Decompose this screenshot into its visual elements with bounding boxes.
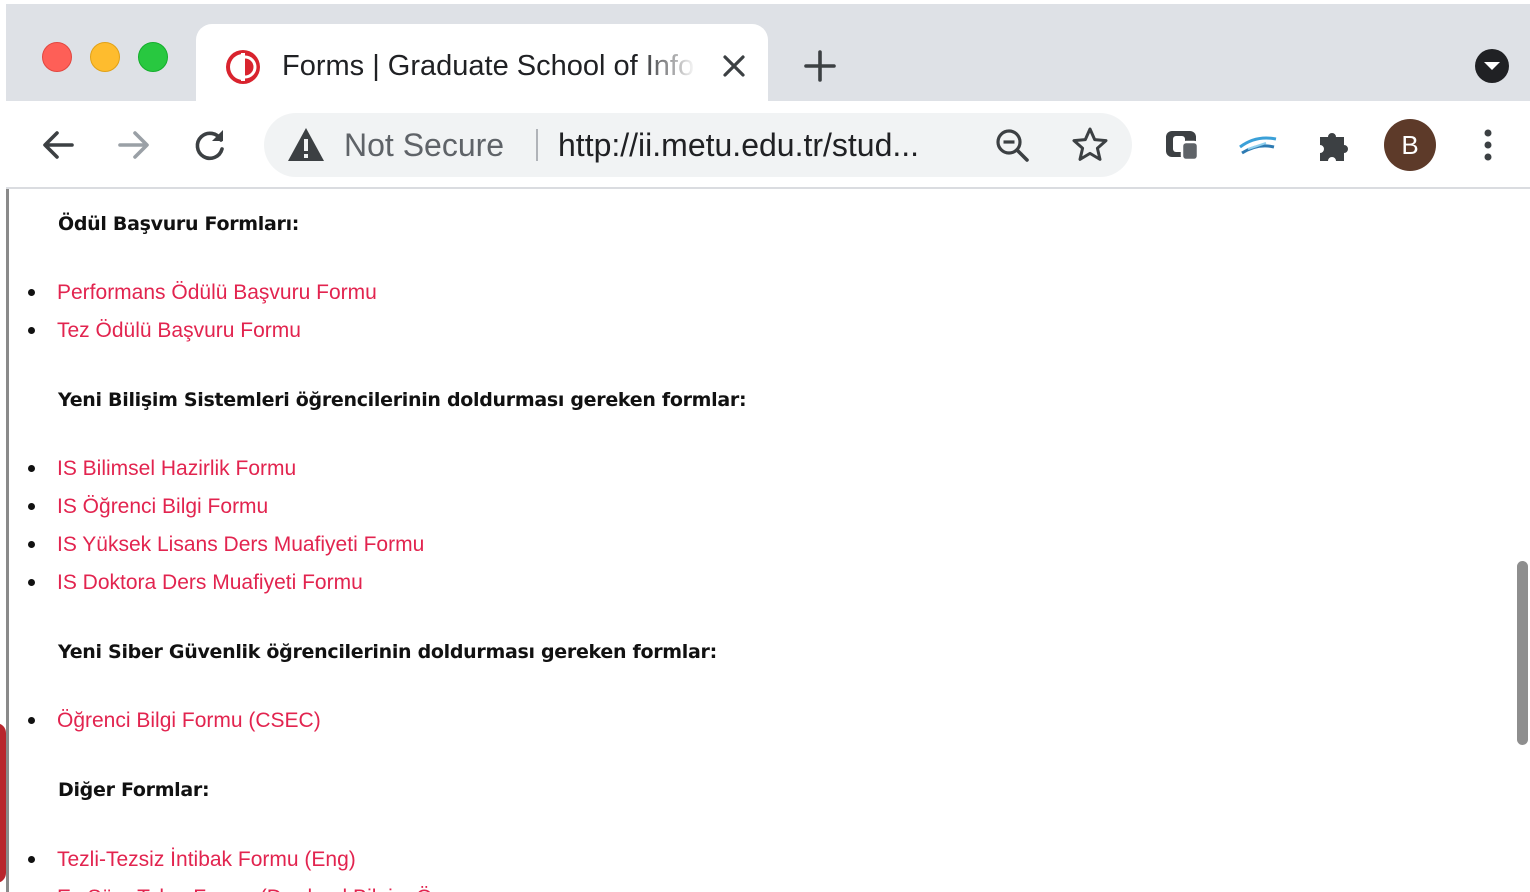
form-link[interactable]: IS Yüksek Lisans Ders Muafiyeti Formu	[57, 529, 424, 561]
bullet	[28, 856, 35, 863]
form-link[interactable]: IS Bilimsel Hazirlik Formu	[57, 453, 296, 485]
puzzle-icon[interactable]	[1310, 121, 1358, 169]
form-link[interactable]: Öğrenci Bilgi Formu (CSEC)	[57, 705, 321, 737]
warning-triangle-icon[interactable]	[286, 125, 326, 165]
form-link[interactable]: Eş Süre Talep Formu (Durdurul Bilgi... Ö…	[57, 882, 462, 892]
metu-logo-icon	[226, 50, 260, 84]
bullet	[28, 327, 35, 334]
side-decoration	[0, 723, 6, 883]
window-close-button[interactable]	[42, 42, 72, 72]
address-bar[interactable]: Not Secure http://ii.metu.edu.tr/stud...	[264, 113, 1132, 177]
security-label[interactable]: Not Secure	[344, 123, 504, 167]
tab-close-icon[interactable]	[714, 46, 754, 86]
kebab-menu-icon[interactable]	[1464, 121, 1512, 169]
page-content: Ödül Başvuru Formları: Performans Ödülü …	[0, 189, 1530, 892]
profile-avatar[interactable]: B	[1384, 119, 1436, 171]
form-link[interactable]: Tez Ödülü Başvuru Formu	[57, 315, 301, 347]
back-arrow-icon[interactable]	[34, 121, 82, 169]
vertical-scrollbar[interactable]	[1514, 189, 1530, 892]
forward-arrow-icon[interactable]	[110, 121, 158, 169]
window-minimize-button[interactable]	[90, 42, 120, 72]
bullet	[28, 289, 35, 296]
tab-title: Forms | Graduate School of Informatics	[282, 50, 696, 82]
window-maximize-button[interactable]	[138, 42, 168, 72]
bullet	[28, 717, 35, 724]
new-tab-plus-icon[interactable]	[798, 44, 842, 88]
bullet	[28, 579, 35, 586]
bullet	[28, 503, 35, 510]
star-icon[interactable]	[1070, 125, 1110, 165]
content-left-border	[6, 189, 9, 892]
section-heading-csec-students: Yeni Siber Güvenlik öğrencilerinin doldu…	[58, 641, 717, 663]
form-link[interactable]: Performans Ödülü Başvuru Formu	[57, 277, 377, 309]
screen-capture-extension-icon[interactable]	[1158, 121, 1206, 169]
section-heading-is-students: Yeni Bilişim Sistemleri öğrencilerinin d…	[58, 389, 747, 411]
url-text[interactable]: http://ii.metu.edu.tr/stud...	[558, 123, 978, 167]
section-heading-awards: Ödül Başvuru Formları:	[58, 213, 300, 235]
form-link[interactable]: Tezli-Tezsiz İntibak Formu (Eng)	[57, 844, 356, 876]
bullet	[28, 465, 35, 472]
browser-toolbar: Not Secure http://ii.metu.edu.tr/stud...	[6, 101, 1530, 189]
omnibox-separator	[536, 129, 538, 161]
scrollbar-thumb[interactable]	[1517, 561, 1528, 745]
bullet	[28, 541, 35, 548]
zoom-out-icon[interactable]	[992, 125, 1032, 165]
section-heading-other-forms: Diğer Formlar:	[58, 779, 210, 801]
form-link[interactable]: IS Öğrenci Bilgi Formu	[57, 491, 268, 523]
reload-icon[interactable]	[186, 121, 234, 169]
tab-strip: Forms | Graduate School of Informatics	[6, 4, 1530, 105]
form-link[interactable]: IS Doktora Ders Muafiyeti Formu	[57, 567, 363, 599]
active-tab[interactable]: Forms | Graduate School of Informatics	[196, 24, 768, 105]
tab-search-chevron-icon[interactable]	[1470, 44, 1514, 88]
translate-extension-icon[interactable]	[1234, 121, 1282, 169]
